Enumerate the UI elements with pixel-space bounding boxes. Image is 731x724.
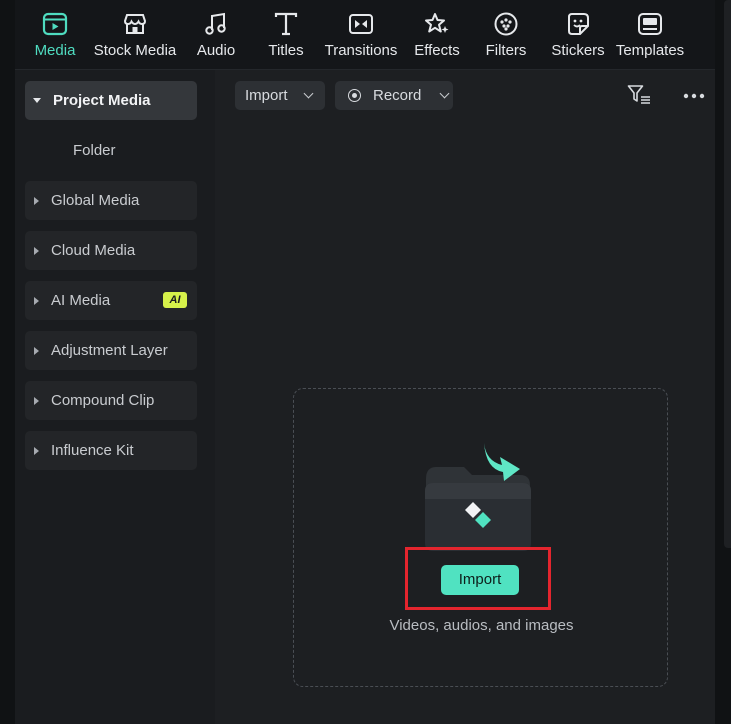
chevron-down-icon — [439, 88, 450, 99]
chevron-down-icon — [303, 88, 313, 99]
tab-titles[interactable]: Titles — [261, 0, 311, 70]
tab-label: Transitions — [324, 42, 398, 59]
caret-right-icon — [34, 196, 39, 205]
caret-down-icon — [33, 98, 41, 103]
record-dropdown-label: Record — [373, 87, 422, 104]
sticker-smiley-icon — [568, 13, 589, 35]
sidebar-item-ai-media[interactable]: AI Media AI — [25, 281, 197, 320]
media-panel: Media Stock Media Audio Titles Transitio… — [15, 0, 715, 724]
stock-media-icon — [123, 14, 147, 34]
panel-divider — [215, 70, 235, 724]
media-library: Import Record Import Videos, audios, and… — [235, 70, 715, 724]
caret-right-icon — [34, 396, 39, 405]
sidebar-item-global-media[interactable]: Global Media — [25, 181, 197, 220]
tab-label: Effects — [414, 42, 460, 59]
caret-right-icon — [34, 446, 39, 455]
sidebar-item-label: Cloud Media — [51, 242, 136, 259]
sidebar-item-influence-kit[interactable]: Influence Kit — [25, 431, 197, 470]
sidebar-item-label: Global Media — [51, 192, 140, 209]
sidebar-item-project-media[interactable]: Project Media — [25, 81, 197, 120]
caret-right-icon — [34, 246, 39, 255]
sidebar-item-label: AI Media — [51, 292, 111, 309]
caret-right-icon — [34, 346, 39, 355]
sidebar-item-label: Influence Kit — [51, 442, 134, 459]
sidebar-item-folder[interactable]: Folder — [73, 142, 116, 159]
import-button[interactable]: Import — [441, 565, 519, 595]
tab-audio[interactable]: Audio — [189, 0, 243, 70]
media-sidebar: Project Media Folder Global Media Cloud … — [15, 70, 215, 724]
import-dropdown-label: Import — [245, 87, 288, 104]
more-options-icon[interactable] — [683, 92, 705, 100]
tab-label: Templates — [615, 42, 685, 59]
import-folder-icon — [425, 443, 531, 551]
sidebar-item-label: Adjustment Layer — [51, 342, 168, 359]
record-icon — [348, 89, 361, 102]
tab-media[interactable]: Media — [29, 0, 81, 70]
ai-badge: AI — [163, 292, 187, 308]
filter-sort-icon[interactable] — [627, 84, 651, 106]
sidebar-item-cloud-media[interactable]: Cloud Media — [25, 231, 197, 270]
tab-label: Stickers — [551, 42, 605, 59]
text-t-icon — [274, 12, 298, 36]
tab-stock-media[interactable]: Stock Media — [93, 0, 177, 70]
caret-right-icon — [34, 296, 39, 305]
sidebar-item-label: Project Media — [53, 92, 151, 109]
media-icon — [42, 12, 68, 36]
tab-effects[interactable]: Effects — [412, 0, 462, 70]
tab-filters[interactable]: Filters — [480, 0, 532, 70]
sidebar-item-label: Compound Clip — [51, 392, 155, 409]
sidebar-item-compound-clip[interactable]: Compound Clip — [25, 381, 197, 420]
sidebar-item-adjustment-layer[interactable]: Adjustment Layer — [25, 331, 197, 370]
tab-stickers[interactable]: Stickers — [547, 0, 609, 70]
music-note-icon — [205, 12, 226, 35]
import-drop-zone[interactable]: Import Videos, audios, and images — [293, 388, 668, 687]
tab-label: Titles — [268, 42, 304, 59]
filter-circle-icon — [494, 12, 518, 36]
sparkle-star-icon — [425, 13, 449, 33]
import-dropdown[interactable]: Import — [235, 81, 325, 110]
templates-icon — [638, 13, 662, 35]
tab-label: Stock Media — [93, 42, 177, 59]
tab-label: Audio — [196, 42, 236, 59]
tab-transitions[interactable]: Transitions — [323, 0, 399, 70]
top-toolbar: Media Stock Media Audio Titles Transitio… — [15, 0, 715, 70]
record-dropdown[interactable]: Record — [335, 81, 453, 110]
transitions-icon — [349, 14, 373, 34]
tab-label: Filters — [485, 42, 527, 59]
drop-zone-caption: Videos, audios, and images — [389, 617, 574, 634]
tab-templates[interactable]: Templates — [614, 0, 686, 70]
adjacent-panel-edge — [724, 0, 731, 548]
tab-label: Media — [34, 42, 76, 59]
